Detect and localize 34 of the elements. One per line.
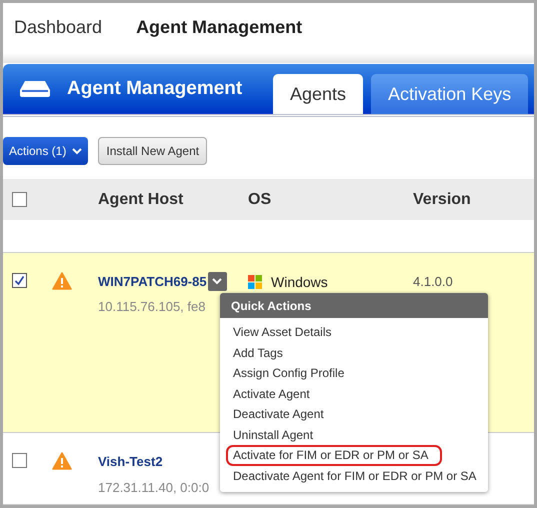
menu-item[interactable]: View Asset Details <box>226 322 338 342</box>
tab[interactable]: Activation Keys <box>371 74 528 114</box>
agent-address: 172.31.11.40, 0:0:0 <box>98 478 210 497</box>
warning-icon <box>52 272 72 290</box>
row-menu-button[interactable] <box>208 272 227 291</box>
drive-icon <box>19 80 51 98</box>
menu-item[interactable]: Activate Agent <box>226 384 317 404</box>
menu-item[interactable]: Add Tags <box>226 342 290 363</box>
tab[interactable]: Agents <box>273 74 364 114</box>
warning-icon <box>52 452 72 470</box>
checkbox[interactable] <box>12 453 27 468</box>
checkbox[interactable] <box>12 192 27 207</box>
column-header: Agent Host <box>98 190 184 208</box>
column-header: OS <box>248 190 272 208</box>
breadcrumb-link[interactable]: Agent Management <box>136 14 302 42</box>
menu-item[interactable]: Activate for FIM or EDR or PM or SA <box>226 445 442 466</box>
chevron-down-icon <box>72 148 82 155</box>
menu-item[interactable]: Deactivate Agent for FIM or EDR or PM or SA <box>226 466 484 486</box>
install-button[interactable]: Install New Agent <box>98 137 208 166</box>
agent-host-link[interactable]: Vish-Test2 <box>98 452 163 472</box>
chevron-down-icon <box>212 278 222 285</box>
menu-item[interactable]: Assign Config Profile <box>226 363 352 384</box>
agent-version: 4.1.0.0 <box>413 272 453 291</box>
menu-item[interactable]: Uninstall Agent <box>226 424 320 445</box>
actions-button[interactable]: Actions (1) <box>3 137 88 166</box>
checkbox[interactable] <box>12 272 27 288</box>
menu-header: Quick Actions <box>220 293 488 318</box>
breadcrumb-link[interactable]: Dashboard <box>14 14 102 42</box>
windows-logo-icon <box>248 275 262 290</box>
menu-item[interactable]: Deactivate Agent <box>226 404 331 424</box>
os-name: Windows <box>271 272 328 292</box>
page-title: Agent Management <box>67 76 242 101</box>
column-header: Version <box>413 190 471 208</box>
agent-host-link[interactable]: WIN7PATCH69-85 <box>98 272 207 292</box>
